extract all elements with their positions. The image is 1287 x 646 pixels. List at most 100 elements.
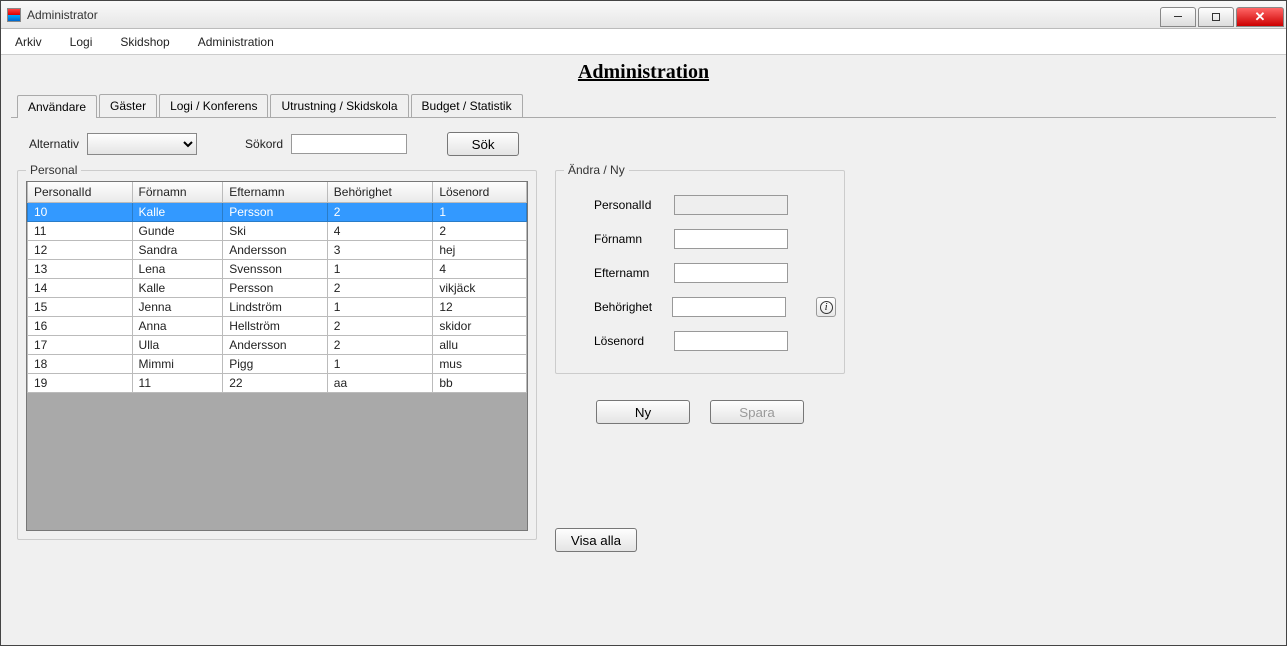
- cell-losenord[interactable]: allu: [433, 336, 527, 355]
- cell-fornamn[interactable]: Kalle: [132, 279, 223, 298]
- efternamn-input[interactable]: [674, 263, 788, 283]
- cell-losenord[interactable]: 1: [433, 203, 527, 222]
- cell-efternamn[interactable]: Persson: [223, 203, 328, 222]
- efternamn-label: Efternamn: [594, 266, 674, 280]
- cell-id[interactable]: 12: [28, 241, 133, 260]
- ny-button[interactable]: Ny: [596, 400, 690, 424]
- table-row[interactable]: 16AnnaHellström2skidor: [28, 317, 527, 336]
- cell-efternamn[interactable]: 22: [223, 374, 328, 393]
- cell-efternamn[interactable]: Hellström: [223, 317, 328, 336]
- cell-behorighet[interactable]: 1: [327, 260, 433, 279]
- table-row[interactable]: 12SandraAndersson3hej: [28, 241, 527, 260]
- cell-behorighet[interactable]: aa: [327, 374, 433, 393]
- personalid-input: [674, 195, 788, 215]
- cell-losenord[interactable]: mus: [433, 355, 527, 374]
- cell-efternamn[interactable]: Andersson: [223, 336, 328, 355]
- table-row[interactable]: 14KallePersson2vikjäck: [28, 279, 527, 298]
- cell-fornamn[interactable]: Anna: [132, 317, 223, 336]
- col-behorighet[interactable]: Behörighet: [327, 182, 433, 203]
- cell-efternamn[interactable]: Lindström: [223, 298, 328, 317]
- cell-efternamn[interactable]: Ski: [223, 222, 328, 241]
- cell-losenord[interactable]: 2: [433, 222, 527, 241]
- cell-behorighet[interactable]: 2: [327, 336, 433, 355]
- cell-id[interactable]: 15: [28, 298, 133, 317]
- cell-fornamn[interactable]: Gunde: [132, 222, 223, 241]
- personal-grid[interactable]: PersonalId Förnamn Efternamn Behörighet …: [27, 182, 527, 393]
- cell-behorighet[interactable]: 3: [327, 241, 433, 260]
- cell-efternamn[interactable]: Andersson: [223, 241, 328, 260]
- cell-efternamn[interactable]: Pigg: [223, 355, 328, 374]
- cell-fornamn[interactable]: Sandra: [132, 241, 223, 260]
- personal-group-legend: Personal: [26, 163, 81, 177]
- menu-arkiv[interactable]: Arkiv: [11, 31, 46, 53]
- sokord-input[interactable]: [291, 134, 407, 154]
- table-row[interactable]: 17UllaAndersson2allu: [28, 336, 527, 355]
- cell-behorighet[interactable]: 4: [327, 222, 433, 241]
- cell-fornamn[interactable]: Kalle: [132, 203, 223, 222]
- cell-id[interactable]: 18: [28, 355, 133, 374]
- cell-behorighet[interactable]: 2: [327, 279, 433, 298]
- table-row[interactable]: 18MimmiPigg1mus: [28, 355, 527, 374]
- cell-fornamn[interactable]: Jenna: [132, 298, 223, 317]
- alternativ-label: Alternativ: [29, 137, 79, 151]
- tab-gaster[interactable]: Gäster: [99, 94, 157, 117]
- col-fornamn[interactable]: Förnamn: [132, 182, 223, 203]
- cell-id[interactable]: 13: [28, 260, 133, 279]
- alternativ-select[interactable]: [87, 133, 197, 155]
- cell-fornamn[interactable]: Lena: [132, 260, 223, 279]
- table-row[interactable]: 13LenaSvensson14: [28, 260, 527, 279]
- col-efternamn[interactable]: Efternamn: [223, 182, 328, 203]
- page-title: Administration: [11, 61, 1276, 84]
- menu-administration[interactable]: Administration: [194, 31, 278, 53]
- cell-fornamn[interactable]: Mimmi: [132, 355, 223, 374]
- behorighet-input[interactable]: [672, 297, 786, 317]
- cell-id[interactable]: 14: [28, 279, 133, 298]
- sok-button[interactable]: Sök: [447, 132, 519, 156]
- menu-logi[interactable]: Logi: [66, 31, 97, 53]
- cell-fornamn[interactable]: 11: [132, 374, 223, 393]
- cell-behorighet[interactable]: 1: [327, 355, 433, 374]
- maximize-button[interactable]: [1198, 7, 1234, 27]
- cell-losenord[interactable]: bb: [433, 374, 527, 393]
- col-personalid[interactable]: PersonalId: [28, 182, 133, 203]
- fornamn-input[interactable]: [674, 229, 788, 249]
- cell-id[interactable]: 19: [28, 374, 133, 393]
- title-bar: Administrator ✕: [1, 1, 1286, 29]
- losenord-input[interactable]: [674, 331, 788, 351]
- info-icon[interactable]: i: [816, 297, 836, 317]
- tab-utrustning[interactable]: Utrustning / Skidskola: [270, 94, 408, 117]
- tab-logikonferens[interactable]: Logi / Konferens: [159, 94, 268, 117]
- tab-anvandare[interactable]: Användare: [17, 95, 97, 118]
- cell-behorighet[interactable]: 1: [327, 298, 433, 317]
- cell-losenord[interactable]: vikjäck: [433, 279, 527, 298]
- cell-behorighet[interactable]: 2: [327, 317, 433, 336]
- cell-id[interactable]: 16: [28, 317, 133, 336]
- tab-budget[interactable]: Budget / Statistik: [411, 94, 523, 117]
- table-row[interactable]: 191122aabb: [28, 374, 527, 393]
- minimize-button[interactable]: [1160, 7, 1196, 27]
- cell-efternamn[interactable]: Persson: [223, 279, 328, 298]
- cell-losenord[interactable]: 12: [433, 298, 527, 317]
- cell-id[interactable]: 10: [28, 203, 133, 222]
- edit-group-legend: Ändra / Ny: [564, 163, 629, 177]
- cell-efternamn[interactable]: Svensson: [223, 260, 328, 279]
- visa-alla-button[interactable]: Visa alla: [555, 528, 637, 552]
- close-button[interactable]: ✕: [1236, 7, 1284, 27]
- tab-strip: Användare Gäster Logi / Konferens Utrust…: [11, 94, 1276, 118]
- menu-skidshop[interactable]: Skidshop: [116, 31, 173, 53]
- cell-id[interactable]: 11: [28, 222, 133, 241]
- personal-grid-container: PersonalId Förnamn Efternamn Behörighet …: [26, 181, 528, 531]
- cell-id[interactable]: 17: [28, 336, 133, 355]
- cell-losenord[interactable]: 4: [433, 260, 527, 279]
- edit-group: Ändra / Ny PersonalId Förnamn Efternamn: [555, 170, 845, 374]
- table-row[interactable]: 10KallePersson21: [28, 203, 527, 222]
- table-row[interactable]: 11GundeSki42: [28, 222, 527, 241]
- personalid-label: PersonalId: [594, 198, 674, 212]
- cell-behorighet[interactable]: 2: [327, 203, 433, 222]
- col-losenord[interactable]: Lösenord: [433, 182, 527, 203]
- cell-losenord[interactable]: hej: [433, 241, 527, 260]
- cell-losenord[interactable]: skidor: [433, 317, 527, 336]
- cell-fornamn[interactable]: Ulla: [132, 336, 223, 355]
- table-row[interactable]: 15JennaLindström112: [28, 298, 527, 317]
- client-area: Administration Användare Gäster Logi / K…: [1, 55, 1286, 645]
